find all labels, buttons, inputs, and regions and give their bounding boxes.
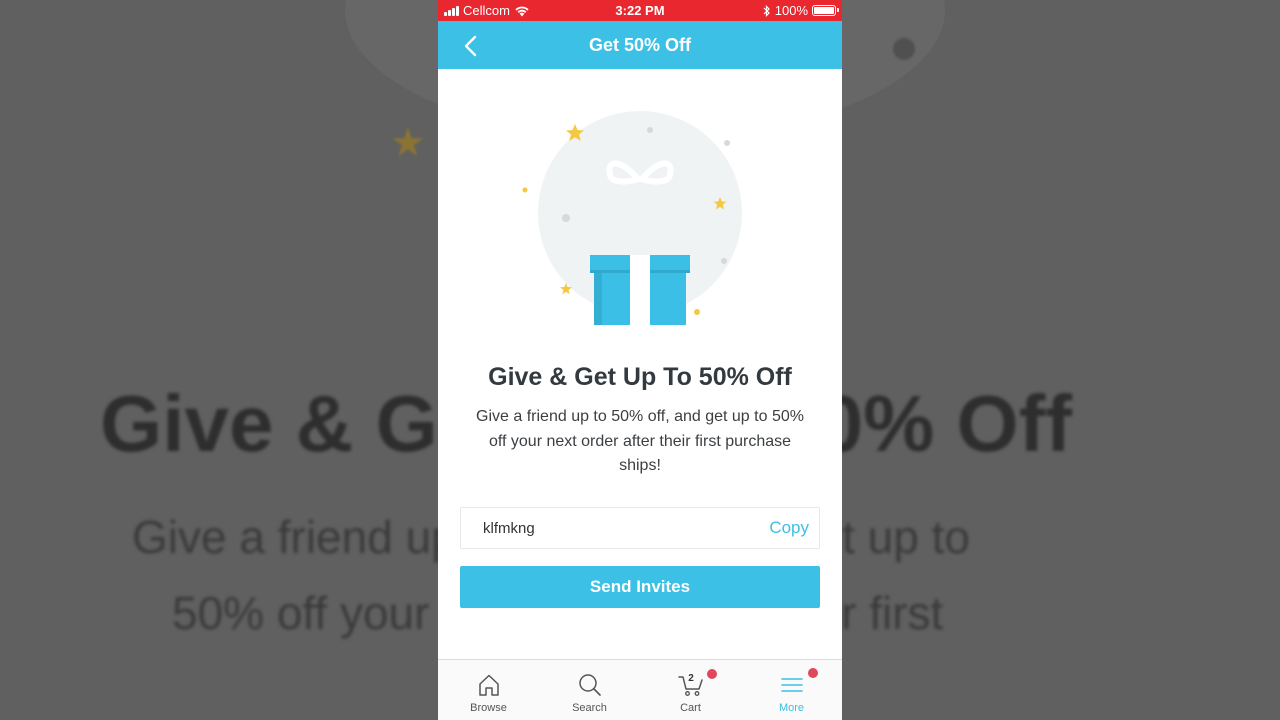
invite-code-value: klfmkng — [483, 519, 535, 537]
tab-label-cart: Cart — [680, 702, 701, 714]
copy-button[interactable]: Copy — [769, 518, 809, 538]
carrier-name: Cellcom — [463, 3, 510, 18]
search-icon — [578, 674, 601, 696]
tab-browse[interactable]: Browse — [438, 660, 539, 720]
background-dot — [893, 38, 915, 60]
main-content: Give & Get Up To 50% Off Give a friend u… — [438, 69, 842, 659]
battery-percent: 100% — [774, 3, 808, 18]
status-bar: Cellcom 3:22 PM 100% — [438, 0, 842, 21]
chevron-left-icon — [464, 35, 477, 57]
promo-description: Give a friend up to 50% off, and get up … — [476, 408, 804, 474]
wifi-icon — [515, 6, 529, 16]
status-time: 3:22 PM — [615, 3, 665, 18]
signal-icon — [444, 5, 459, 16]
home-icon — [478, 674, 499, 696]
tab-label-more: More — [778, 702, 805, 714]
back-button[interactable] — [456, 31, 486, 61]
invite-code-field[interactable]: klfmkng Copy — [460, 507, 820, 549]
page-title: Get 50% Off — [588, 34, 692, 55]
send-invites-button[interactable]: Send Invites — [460, 566, 820, 608]
cart-count: 2 — [688, 673, 694, 684]
tab-label-browse: Browse — [470, 702, 507, 714]
menu-icon — [780, 678, 803, 692]
tab-bar: Browse Search 2 Cart More — [438, 659, 842, 720]
tab-more[interactable]: More — [741, 660, 842, 720]
bluetooth-icon — [763, 4, 770, 17]
more-badge-dot — [807, 668, 818, 678]
phone-screen: Cellcom 3:22 PM 100% Get 50% Off Give & … — [438, 0, 842, 720]
cart-badge-dot — [706, 669, 717, 679]
tab-label-search: Search — [572, 702, 607, 714]
navigation-bar: Get 50% Off — [438, 21, 842, 69]
tab-cart[interactable]: 2 Cart — [640, 660, 741, 720]
promo-headline: Give & Get Up To 50% Off — [488, 363, 792, 391]
tab-search[interactable]: Search — [539, 660, 640, 720]
battery-icon — [812, 5, 839, 16]
background-star-icon: ★ — [390, 121, 426, 165]
gift-illustration — [522, 111, 742, 325]
